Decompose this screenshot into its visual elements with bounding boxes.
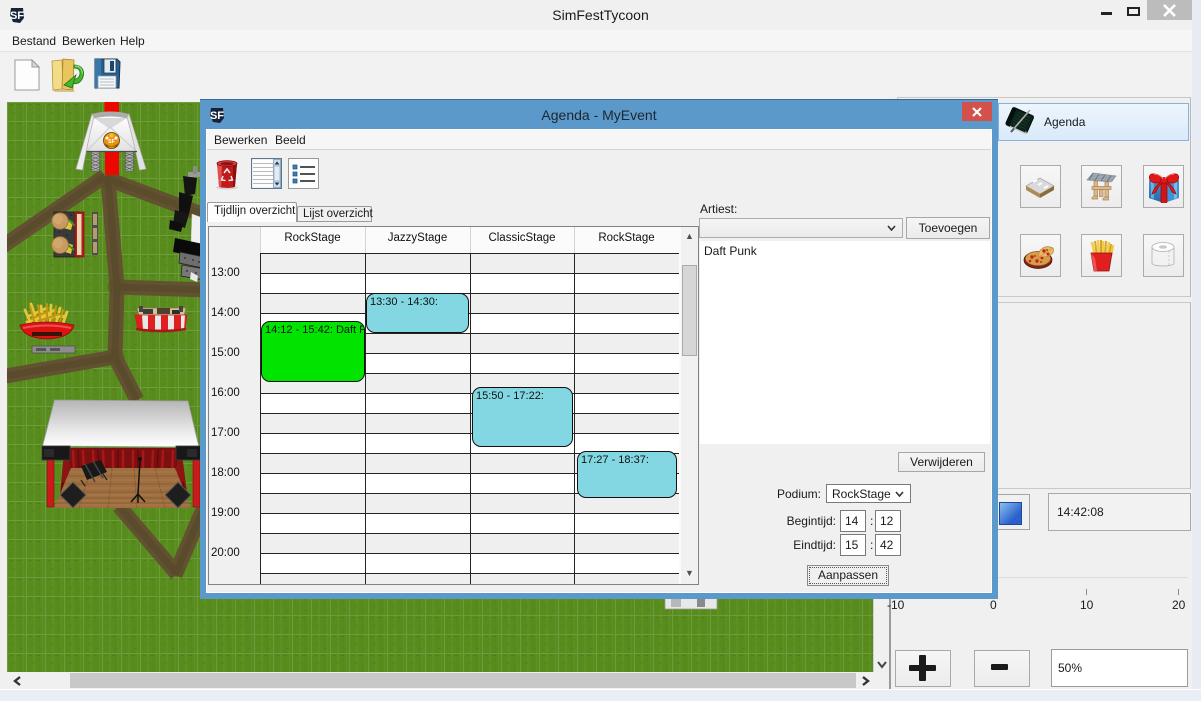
svg-text:SF: SF <box>108 139 116 145</box>
